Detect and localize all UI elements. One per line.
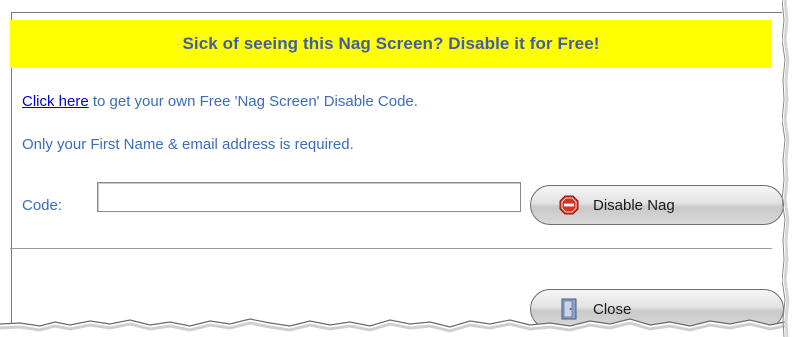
click-here-link[interactable]: Click here <box>22 93 89 110</box>
disable-nag-button[interactable]: Disable Nag <box>530 185 784 225</box>
code-label: Code: <box>22 197 63 214</box>
nag-banner: Sick of seeing this Nag Screen? Disable … <box>10 20 772 68</box>
stop-sign-icon <box>559 195 579 215</box>
banner-text: Sick of seeing this Nag Screen? Disable … <box>182 34 600 53</box>
separator <box>10 248 772 249</box>
get-code-text: to get your own Free 'Nag Screen' Disabl… <box>88 93 418 110</box>
right-shadow-edge <box>782 0 790 337</box>
close-label: Close <box>593 300 632 318</box>
requirement-text: Only your First Name & email address is … <box>22 136 354 153</box>
door-icon <box>561 298 577 320</box>
disable-nag-label: Disable Nag <box>593 196 675 214</box>
get-code-line: Click here to get your own Free 'Nag Scr… <box>22 93 418 110</box>
code-input[interactable] <box>97 182 521 212</box>
close-button[interactable]: Close <box>530 289 784 329</box>
